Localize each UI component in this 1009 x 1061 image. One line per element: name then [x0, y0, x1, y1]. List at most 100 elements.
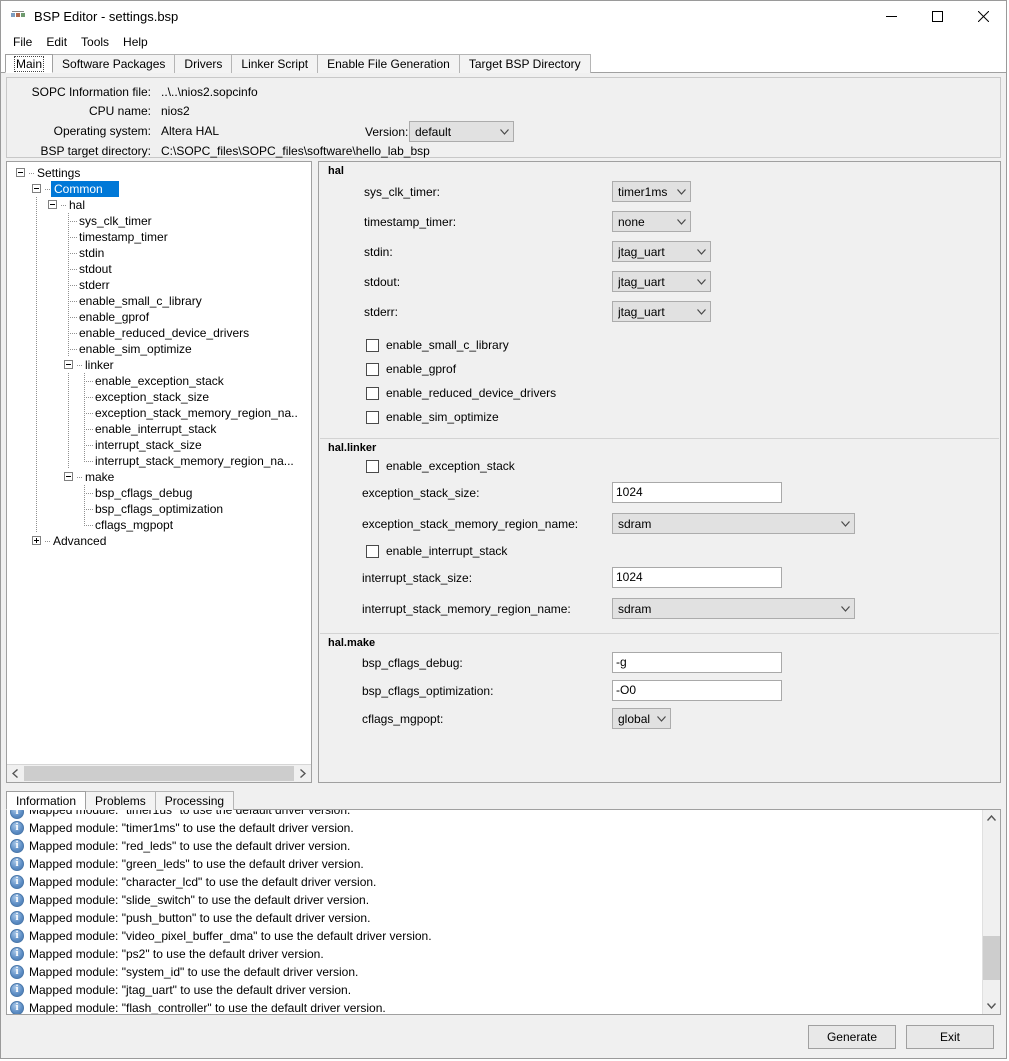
tab-main[interactable]: Main: [5, 54, 54, 73]
menu-file[interactable]: File: [6, 33, 39, 51]
tree-item-sys-clk-timer[interactable]: sys_clk_timer: [7, 213, 311, 229]
tree-item-advanced[interactable]: Advanced: [7, 533, 311, 549]
log-message-list[interactable]: Mapped module: "timer1us" to use the def…: [7, 810, 982, 1014]
tree-item-hal[interactable]: hal: [7, 197, 311, 213]
menu-edit[interactable]: Edit: [39, 33, 74, 51]
tree-collapse-icon[interactable]: [61, 357, 77, 373]
log-message-row[interactable]: Mapped module: "timer1ms" to use the def…: [10, 819, 982, 837]
tree-item-interrupt-stack-memory-region-na-[interactable]: interrupt_stack_memory_region_na...: [7, 453, 311, 469]
scroll-right-icon[interactable]: [294, 765, 311, 782]
tree-item-enable-small-c-library[interactable]: enable_small_c_library: [7, 293, 311, 309]
tab-drivers[interactable]: Drivers: [174, 54, 233, 73]
tree-item-enable-exception-stack[interactable]: enable_exception_stack: [7, 373, 311, 389]
tab-linker-script[interactable]: Linker Script: [231, 54, 319, 73]
timestamp-timer-combo[interactable]: none: [612, 211, 691, 232]
cflags-mgpopt-combo[interactable]: global: [612, 708, 671, 729]
bsp-cflags-debug-input[interactable]: -g: [612, 652, 782, 673]
checkbox-enable-sim-optimize[interactable]: enable_sim_optimize: [320, 407, 999, 431]
checkbox-enable-interrupt-stack[interactable]: enable_interrupt_stack: [320, 541, 999, 565]
interrupt-stack-memory-region-name-combo[interactable]: sdram: [612, 598, 855, 619]
scroll-down-icon[interactable]: [983, 997, 1000, 1014]
log-message-row[interactable]: Mapped module: "jtag_uart" to use the de…: [10, 981, 982, 999]
log-vscroll-thumb[interactable]: [983, 936, 1000, 980]
tree-item-linker[interactable]: linker: [7, 357, 311, 373]
tree-item-exception-stack-size[interactable]: exception_stack_size: [7, 389, 311, 405]
menu-tools[interactable]: Tools: [74, 33, 116, 51]
tree-item-enable-sim-optimize[interactable]: enable_sim_optimize: [7, 341, 311, 357]
checkbox-box[interactable]: [366, 339, 379, 352]
generate-button[interactable]: Generate: [808, 1024, 896, 1049]
tree-collapse-icon[interactable]: [45, 197, 61, 213]
scroll-left-icon[interactable]: [7, 765, 24, 782]
tab-software-packages[interactable]: Software Packages: [52, 54, 176, 73]
bsp-cflags-optimization-input[interactable]: -O0: [612, 680, 782, 701]
tree-item-bsp-cflags-debug[interactable]: bsp_cflags_debug: [7, 485, 311, 501]
version-combo[interactable]: default: [409, 121, 514, 142]
settings-tree[interactable]: Settings Common hal sys_clk_timer timestamp_…: [7, 165, 311, 549]
tree-item-make[interactable]: make: [7, 469, 311, 485]
cflags-mgpopt-label: cflags_mgpopt:: [362, 712, 444, 726]
checkbox-box[interactable]: [366, 387, 379, 400]
tree-item-cflags-mgpopt[interactable]: cflags_mgpopt: [7, 517, 311, 533]
close-icon[interactable]: [960, 1, 1006, 31]
log-message-row[interactable]: Mapped module: "flash_controller" to use…: [10, 999, 982, 1014]
tree-item-bsp-cflags-optimization[interactable]: bsp_cflags_optimization: [7, 501, 311, 517]
tree-collapse-icon[interactable]: [29, 181, 45, 197]
tree-item-label: enable_small_c_library: [79, 294, 202, 308]
exception-stack-size-input[interactable]: 1024: [612, 482, 782, 503]
tree-item-enable-interrupt-stack[interactable]: enable_interrupt_stack: [7, 421, 311, 437]
checkbox-enable-reduced-device-drivers[interactable]: enable_reduced_device_drivers: [320, 383, 999, 407]
tree-item-common[interactable]: Common: [7, 181, 311, 197]
exception-stack-memory-region-name-combo[interactable]: sdram: [612, 513, 855, 534]
tree-item-exception-stack-memory-region-na-[interactable]: exception_stack_memory_region_na..: [7, 405, 311, 421]
tree-item-timestamp-timer[interactable]: timestamp_timer: [7, 229, 311, 245]
checkbox-enable-small-c-library[interactable]: enable_small_c_library: [320, 335, 999, 359]
log-message-row[interactable]: Mapped module: "ps2" to use the default …: [10, 945, 982, 963]
tree-expand-icon[interactable]: [29, 533, 45, 549]
tree-item-stdin[interactable]: stdin: [7, 245, 311, 261]
stdout-combo[interactable]: jtag_uart: [612, 271, 711, 292]
log-message-row[interactable]: Mapped module: "push_button" to use the …: [10, 909, 982, 927]
sys-clk-timer-combo[interactable]: timer1ms: [612, 181, 691, 202]
checkbox-enable-exception-stack[interactable]: enable_exception_stack: [320, 456, 999, 480]
tree-item-settings[interactable]: Settings: [7, 165, 311, 181]
minimize-icon[interactable]: [868, 1, 914, 31]
log-message-row[interactable]: Mapped module: "red_leds" to use the def…: [10, 837, 982, 855]
menu-help[interactable]: Help: [116, 33, 155, 51]
tree-item-stdout[interactable]: stdout: [7, 261, 311, 277]
interrupt-stack-size-input[interactable]: 1024: [612, 567, 782, 588]
tree-hscroll-thumb[interactable]: [24, 766, 294, 781]
log-message-row[interactable]: Mapped module: "slide_switch" to use the…: [10, 891, 982, 909]
log-message-row[interactable]: Mapped module: "character_lcd" to use th…: [10, 873, 982, 891]
log-vertical-scrollbar[interactable]: [982, 810, 1000, 1014]
tree-item-enable-reduced-device-drivers[interactable]: enable_reduced_device_drivers: [7, 325, 311, 341]
checkbox-box[interactable]: [366, 411, 379, 424]
tab-enable-file-generation[interactable]: Enable File Generation: [317, 54, 460, 73]
tree-horizontal-scrollbar[interactable]: [7, 764, 311, 782]
log-message-row[interactable]: Mapped module: "system_id" to use the de…: [10, 963, 982, 981]
checkbox-box[interactable]: [366, 545, 379, 558]
console-tab-problems[interactable]: Problems: [85, 791, 156, 810]
maximize-icon[interactable]: [914, 1, 960, 31]
tree-item-interrupt-stack-size[interactable]: interrupt_stack_size: [7, 437, 311, 453]
tree-leaf-connector: [77, 405, 93, 421]
exit-button[interactable]: Exit: [906, 1024, 994, 1049]
tree-item-stderr[interactable]: stderr: [7, 277, 311, 293]
tree-leaf-connector: [61, 309, 77, 325]
log-vscroll-track[interactable]: [983, 827, 1000, 997]
console-tab-information[interactable]: Information: [6, 791, 87, 810]
tree-collapse-icon[interactable]: [61, 469, 77, 485]
tab-target-bsp-directory[interactable]: Target BSP Directory: [458, 54, 591, 73]
checkbox-enable-gprof[interactable]: enable_gprof: [320, 359, 999, 383]
console-tab-processing[interactable]: Processing: [154, 791, 235, 810]
checkbox-box[interactable]: [366, 363, 379, 376]
tree-item-enable-gprof[interactable]: enable_gprof: [7, 309, 311, 325]
tree-collapse-icon[interactable]: [13, 165, 29, 181]
stdin-combo[interactable]: jtag_uart: [612, 241, 711, 262]
log-message-row[interactable]: Mapped module: "green_leds" to use the d…: [10, 855, 982, 873]
checkbox-box[interactable]: [366, 460, 379, 473]
scroll-up-icon[interactable]: [983, 810, 1000, 827]
log-message-row[interactable]: Mapped module: "timer1us" to use the def…: [10, 810, 982, 819]
stderr-combo[interactable]: jtag_uart: [612, 301, 711, 322]
log-message-row[interactable]: Mapped module: "video_pixel_buffer_dma" …: [10, 927, 982, 945]
